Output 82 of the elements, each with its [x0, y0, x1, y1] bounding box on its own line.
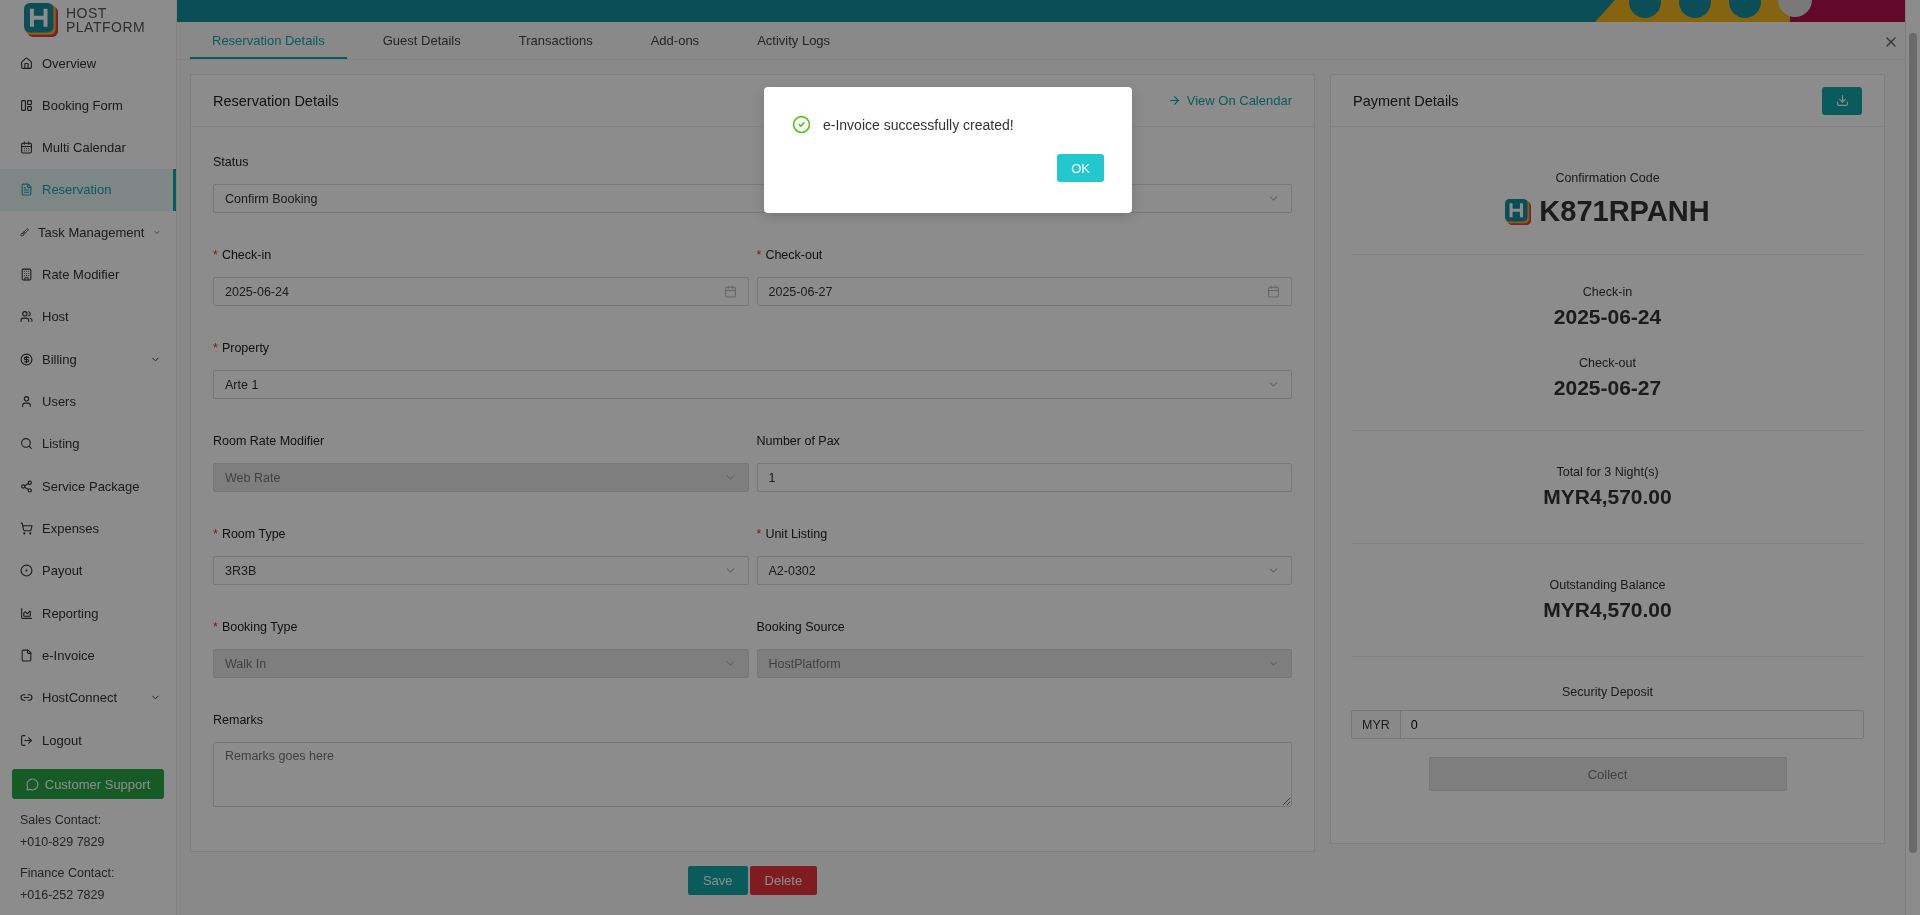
summary-value: 2025-06-24: [1553, 305, 1662, 329]
select-field[interactable]: 3R3B: [213, 556, 749, 585]
sidebar-item[interactable]: Overview: [0, 41, 176, 85]
building-icon: [20, 268, 33, 282]
field-label: * Booking Type: [213, 620, 298, 636]
summary-label: Confirmation Code: [1555, 171, 1660, 185]
field-label: Room Rate Modifier: [213, 434, 325, 450]
download-button[interactable]: [1822, 86, 1862, 115]
search-icon: [20, 437, 33, 451]
scrollbar[interactable]: [1905, 0, 1920, 915]
sidebar-item[interactable]: Logout: [0, 718, 176, 762]
summary-label: Total for 3 Night(s): [1556, 465, 1659, 479]
document-icon: [20, 648, 33, 662]
sidebar-item[interactable]: Task Management: [0, 211, 176, 254]
summary-label: Security Deposit: [1562, 685, 1653, 699]
date-field[interactable]: 2025-06-24: [213, 277, 749, 306]
sidebar-item[interactable]: Payout: [0, 549, 176, 592]
summary-value: MYR4,570.00: [1543, 485, 1672, 509]
calendar-icon: [1267, 285, 1280, 298]
sidebar-item[interactable]: e-Invoice: [0, 634, 176, 677]
sidebar-item[interactable]: Multi Calendar: [0, 126, 176, 169]
tab[interactable]: Guest Details: [360, 24, 483, 59]
field-label: Status: [213, 155, 249, 171]
brush-icon: [20, 225, 30, 239]
list-icon: [20, 183, 33, 197]
contact-label: Finance Contact:: [20, 865, 116, 883]
contact-phone: +016-252 7829: [20, 887, 106, 905]
sidebar-item[interactable]: Billing: [0, 338, 176, 381]
field-label: * Unit Listing: [756, 527, 828, 543]
contact-label: Sales Contact:: [20, 812, 103, 830]
delete-button[interactable]: Delete: [749, 866, 818, 895]
field-label: Number of Pax: [756, 434, 840, 450]
tab[interactable]: Activity Logs: [735, 24, 853, 59]
summary-label: Check-out: [1579, 356, 1636, 370]
tab[interactable]: Transactions: [496, 24, 615, 59]
home-icon: [20, 56, 33, 70]
cart-icon: [20, 521, 33, 535]
brand-name: HOST PLATFORM: [66, 5, 146, 34]
sidebar-item[interactable]: Listing: [0, 422, 176, 465]
calendar-icon: [723, 285, 737, 298]
chart-icon: [20, 606, 33, 620]
sidebar-item[interactable]: Expenses: [0, 507, 176, 550]
sidebar-item[interactable]: Host: [0, 295, 176, 339]
chat-icon: [25, 777, 39, 791]
summary-value: 2025-06-27: [1553, 376, 1662, 400]
sidebar-item[interactable]: Users: [0, 380, 176, 423]
logo-icon: [1505, 198, 1532, 225]
sidebar-item[interactable]: HostConnect: [0, 676, 176, 719]
sidebar-item[interactable]: Reporting: [0, 591, 176, 635]
summary-value: MYR4,570.00: [1543, 598, 1672, 622]
people-icon: [20, 310, 33, 324]
logout-icon: [20, 733, 33, 747]
card-title: Reservation Details: [213, 92, 339, 109]
dialog-message: e-Invoice successfully created!: [823, 116, 1014, 133]
field-label: * Check-in: [213, 248, 272, 264]
deposit-field[interactable]: MYR 0: [1351, 710, 1864, 739]
select-field[interactable]: Arte 1: [213, 370, 1292, 399]
sidebar-item[interactable]: Rate Modifier: [0, 253, 176, 296]
arrow-right-icon: [1167, 94, 1181, 107]
date-field[interactable]: 2025-06-27: [756, 277, 1292, 306]
download-icon: [1835, 94, 1849, 107]
field-label: Booking Source: [756, 620, 845, 636]
calendar-icon: [20, 141, 33, 155]
field-label: Remarks: [213, 713, 263, 729]
input-field[interactable]: 1: [756, 463, 1292, 492]
summary-value: K871RPANH: [1539, 195, 1710, 228]
tab[interactable]: Add-ons: [628, 24, 722, 59]
layout-icon: [20, 98, 33, 112]
field-label: * Room Type: [213, 527, 286, 543]
field-label: * Check-out: [756, 248, 823, 264]
field-label: * Property: [213, 341, 270, 357]
share-icon: [20, 479, 33, 493]
select-field[interactable]: A2-0302: [756, 556, 1292, 585]
sidebar-item[interactable]: Service Package: [0, 464, 176, 508]
check-circle-icon: [792, 115, 811, 134]
summary-label: Outstanding Balance: [1549, 578, 1666, 592]
user-icon: [20, 395, 33, 408]
summary-label: Check-in: [1582, 285, 1633, 299]
remarks-field[interactable]: Remarks goes here: [213, 742, 1292, 807]
sidebar-item[interactable]: Booking Form: [0, 84, 176, 127]
contact-phone: +010-829 7829: [20, 834, 106, 852]
card-title: Payment Details: [1353, 92, 1459, 109]
